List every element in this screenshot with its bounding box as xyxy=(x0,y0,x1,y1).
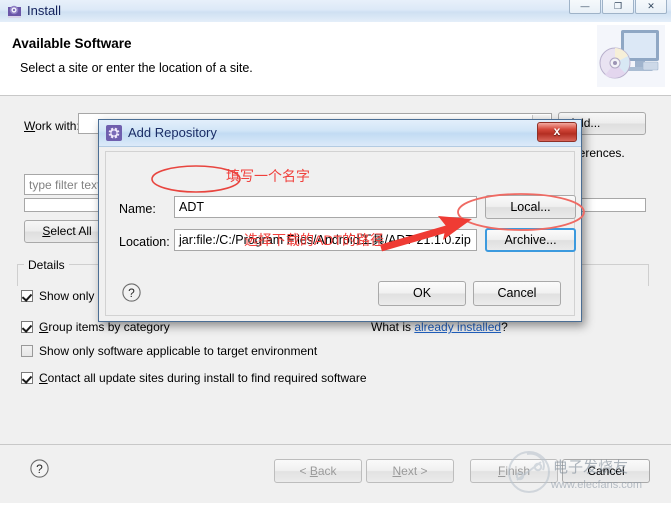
checkbox-icon[interactable] xyxy=(21,345,33,357)
page-subtitle: Select a site or enter the location of a… xyxy=(20,61,253,75)
checkbox-icon[interactable] xyxy=(21,372,33,384)
details-legend: Details xyxy=(24,258,69,272)
next-mnemonic: N xyxy=(392,464,402,478)
dialog-cancel-button[interactable]: Cancel xyxy=(473,281,561,306)
wizard-footer: ? < Back Next > Finish Cancel xyxy=(0,444,671,503)
checkbox-show-only-applicable[interactable]: Show only software applicable to target … xyxy=(21,344,317,360)
close-icon: ✕ xyxy=(647,1,655,11)
what-is-installed-line: What is already installed? xyxy=(371,320,508,334)
add-repository-dialog: Add Repository x Name: ADT Local... Loca… xyxy=(98,119,582,322)
svg-text:?: ? xyxy=(128,286,135,300)
work-with-label: Work with: xyxy=(24,119,80,133)
checkbox-label: ontact all update sites during install t… xyxy=(47,371,367,385)
what-is-prefix: What is xyxy=(371,320,415,334)
install-titlebar: Install — ❐ ✕ xyxy=(0,0,671,23)
maximize-icon: ❐ xyxy=(613,1,623,11)
help-icon[interactable]: ? xyxy=(122,283,141,302)
name-input[interactable]: ADT xyxy=(174,196,477,218)
checkbox-mnemonic: G xyxy=(39,320,49,334)
help-icon[interactable]: ? xyxy=(30,459,49,478)
monitor-cd-icon xyxy=(597,25,665,87)
checkbox-icon[interactable] xyxy=(21,290,33,302)
cancel-button[interactable]: Cancel xyxy=(562,459,650,483)
install-window-title: Install xyxy=(27,3,61,18)
checkbox-label: roup items by category xyxy=(48,320,170,334)
wizard-header: Available Software Select a site or ente… xyxy=(0,22,671,96)
checkbox-icon[interactable] xyxy=(21,321,33,333)
dialog-title: Add Repository xyxy=(128,125,217,140)
checkbox-contact-all-update-sites[interactable]: Contact all update sites during install … xyxy=(21,371,367,387)
dialog-content: Name: ADT Local... Location: jar:file:/C… xyxy=(105,151,576,316)
close-icon: x xyxy=(553,124,561,138)
minimize-button[interactable]: — xyxy=(569,0,601,14)
ok-button[interactable]: OK xyxy=(378,281,466,306)
checkbox-mnemonic: C xyxy=(39,371,48,385)
location-input[interactable]: jar:file:/C:/Program Files/Android工具/ADT… xyxy=(174,229,477,251)
dialog-titlebar: Add Repository x xyxy=(99,120,581,147)
name-label: Name: xyxy=(119,202,156,216)
close-button[interactable]: ✕ xyxy=(635,0,667,14)
gear-icon xyxy=(106,125,122,141)
page-title: Available Software xyxy=(12,36,132,51)
what-is-suffix: ? xyxy=(501,320,508,334)
install-icon xyxy=(8,4,22,18)
location-label: Location: xyxy=(119,235,170,249)
back-button[interactable]: < Back xyxy=(274,459,362,483)
local-button[interactable]: Local... xyxy=(485,195,576,219)
window-controls: — ❐ ✕ xyxy=(569,0,667,14)
checkbox-show-only-latest[interactable]: Show only xyxy=(21,289,94,305)
finish-button[interactable]: Finish xyxy=(470,459,558,483)
work-with-label-text: ork with: xyxy=(35,119,80,133)
checkbox-group-items-by-category[interactable]: Group items by category xyxy=(21,320,170,336)
minimize-icon: — xyxy=(580,1,590,11)
checkbox-label: Show only software applicable to target … xyxy=(39,344,318,358)
dialog-close-button[interactable]: x xyxy=(537,122,577,142)
checkbox-label: Show only xyxy=(39,289,95,303)
select-all-label: S xyxy=(42,224,51,238)
already-installed-link[interactable]: already installed xyxy=(414,320,501,334)
back-mnemonic: B xyxy=(309,464,318,478)
finish-mnemonic: F xyxy=(497,464,506,478)
svg-text:?: ? xyxy=(36,462,43,476)
maximize-button[interactable]: ❐ xyxy=(602,0,634,14)
next-button[interactable]: Next > xyxy=(366,459,454,483)
archive-button[interactable]: Archive... xyxy=(485,228,576,252)
